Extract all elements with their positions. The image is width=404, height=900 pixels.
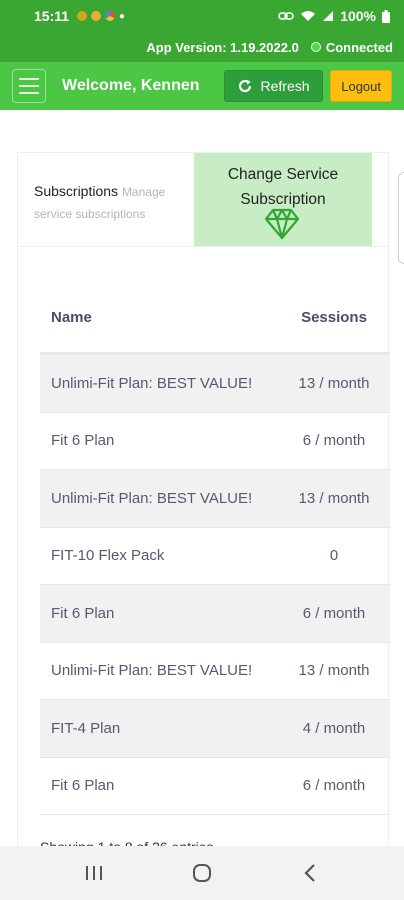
row-sessions: 6 / month bbox=[302, 432, 366, 450]
row-sessions: 13 / month bbox=[298, 374, 370, 392]
version-bar: App Version: 1.19.2022.0 Connected bbox=[0, 32, 404, 62]
row-sessions: 13 / month bbox=[298, 489, 370, 507]
table-row[interactable]: Unlimi-Fit Plan: BEST VALUE! 13 / month bbox=[40, 355, 390, 413]
row-name: FIT-10 Flex Pack bbox=[51, 547, 165, 565]
scroll-handle[interactable] bbox=[398, 172, 404, 264]
row-sessions: 6 / month bbox=[302, 604, 366, 622]
link-icon bbox=[278, 12, 294, 20]
app-version: App Version: 1.19.2022.0 bbox=[146, 39, 299, 55]
card-title-block: Subscriptions Manage service subscriptio… bbox=[34, 181, 194, 225]
refresh-button[interactable]: Refresh bbox=[223, 70, 323, 102]
column-header-sessions[interactable]: Sessions bbox=[278, 309, 390, 326]
row-name: Unlimi-Fit Plan: BEST VALUE! bbox=[51, 662, 253, 680]
logout-button[interactable]: Logout bbox=[330, 70, 392, 102]
more-notifications-icon: ● bbox=[119, 10, 126, 22]
row-sessions: 4 / month bbox=[302, 719, 366, 737]
battery-percent: 100% bbox=[340, 8, 376, 24]
row-sessions: 13 / month bbox=[298, 662, 370, 680]
navbar: Welcome, Kennen Refresh Logout bbox=[0, 62, 404, 110]
card-header: Subscriptions Manage service subscriptio… bbox=[18, 153, 390, 247]
connection-status-icon bbox=[310, 42, 321, 52]
refresh-label: Refresh bbox=[260, 78, 310, 94]
chrome-icon bbox=[105, 11, 116, 21]
table-header: Name Sessions bbox=[40, 283, 390, 355]
row-name: Fit 6 Plan bbox=[51, 432, 115, 450]
notification-icons: ● bbox=[77, 11, 125, 22]
connection-status: Connected bbox=[325, 39, 393, 55]
status-time: 15:11 bbox=[34, 8, 70, 24]
change-subscription-button[interactable]: Change Service Subscription bbox=[194, 153, 372, 246]
home-icon[interactable] bbox=[182, 853, 222, 893]
card-title: Subscriptions bbox=[34, 183, 119, 199]
wifi-icon bbox=[301, 11, 316, 21]
diamond-icon bbox=[264, 208, 300, 240]
row-name: Fit 6 Plan bbox=[51, 604, 115, 622]
table-row[interactable]: FIT-10 Flex Pack 0 bbox=[40, 528, 390, 585]
signal-icon bbox=[323, 11, 334, 21]
row-name: FIT-4 Plan bbox=[51, 719, 121, 737]
row-name: Fit 6 Plan bbox=[51, 777, 115, 795]
subscriptions-card: Subscriptions Manage service subscriptio… bbox=[17, 152, 390, 855]
system-nav-bar bbox=[0, 846, 404, 900]
logout-label: Logout bbox=[341, 78, 381, 94]
column-header-name[interactable]: Name bbox=[40, 309, 278, 326]
table-row[interactable]: Fit 6 Plan 6 / month bbox=[40, 413, 390, 470]
subscriptions-table: Name Sessions Unlimi-Fit Plan: BEST VALU… bbox=[40, 283, 390, 815]
recents-icon[interactable] bbox=[74, 853, 114, 893]
status-right: 100% bbox=[278, 8, 390, 24]
refresh-icon bbox=[238, 79, 251, 93]
back-icon[interactable] bbox=[290, 853, 330, 893]
notification-icon bbox=[77, 11, 88, 21]
connection-indicator: Connected bbox=[310, 39, 393, 55]
table-row[interactable]: Unlimi-Fit Plan: BEST VALUE! 13 / month bbox=[40, 643, 390, 700]
row-name: Unlimi-Fit Plan: BEST VALUE! bbox=[51, 489, 253, 507]
welcome-text: Welcome, Kennen bbox=[62, 77, 200, 94]
row-sessions: 0 bbox=[329, 547, 339, 565]
status-bar: 15:11 ● 100% bbox=[0, 0, 404, 32]
row-name: Unlimi-Fit Plan: BEST VALUE! bbox=[51, 374, 253, 392]
battery-icon bbox=[382, 9, 390, 23]
table-row[interactable]: Unlimi-Fit Plan: BEST VALUE! 13 / month bbox=[40, 470, 390, 528]
table-row[interactable]: FIT-4 Plan 4 / month bbox=[40, 700, 390, 758]
table-row[interactable]: Fit 6 Plan 6 / month bbox=[40, 585, 390, 643]
table-row[interactable]: Fit 6 Plan 6 / month bbox=[40, 758, 390, 815]
change-subscription-label: Change Service Subscription bbox=[227, 166, 339, 208]
row-sessions: 6 / month bbox=[302, 777, 366, 795]
menu-icon[interactable] bbox=[12, 69, 46, 103]
notification-icon bbox=[91, 11, 102, 21]
